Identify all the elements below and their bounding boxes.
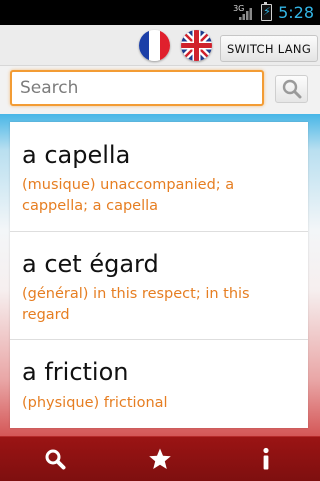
tab-favorites[interactable] [107,437,213,481]
status-icons: 3G ⚡ 5:28 [233,0,314,25]
bottom-bar [0,436,320,481]
search-button[interactable] [275,75,308,103]
clock: 5:28 [278,3,314,22]
entry-definition: (musique) unaccompanied; a cappella; a c… [22,177,235,214]
switch-lang-button[interactable]: SWITCH LANG [220,35,318,62]
tab-info[interactable] [213,437,319,481]
list-item[interactable]: a friction (physique) frictional [10,340,308,428]
results-list: a capella (musique) unaccompanied; a cap… [10,122,308,428]
list-item[interactable]: a cet égard (général) in this respect; i… [10,232,308,340]
french-flag-icon[interactable] [139,30,170,61]
info-icon [263,447,269,470]
battery-icon: ⚡ [261,2,273,21]
entry-definition: (général) in this respect; in this regar… [22,286,250,323]
network-indicator: 3G [233,4,255,22]
entry-term: a capella [22,141,131,169]
search-icon [45,449,66,470]
entry-term: a friction [22,358,129,386]
star-icon [149,448,171,469]
uk-flag-icon[interactable] [181,30,212,61]
status-bar: 3G ⚡ 5:28 [0,0,320,25]
search-input[interactable]: Search [10,70,264,106]
tab-search[interactable] [2,437,108,481]
entry-definition: (physique) frictional [22,395,168,411]
search-icon [282,79,301,99]
list-item[interactable]: a capella (musique) unaccompanied; a cap… [10,122,308,232]
search-bar: Search [0,66,320,114]
entry-term: a cet égard [22,250,159,278]
signal-icon [239,7,253,20]
top-bar: SWITCH LANG [0,25,320,66]
